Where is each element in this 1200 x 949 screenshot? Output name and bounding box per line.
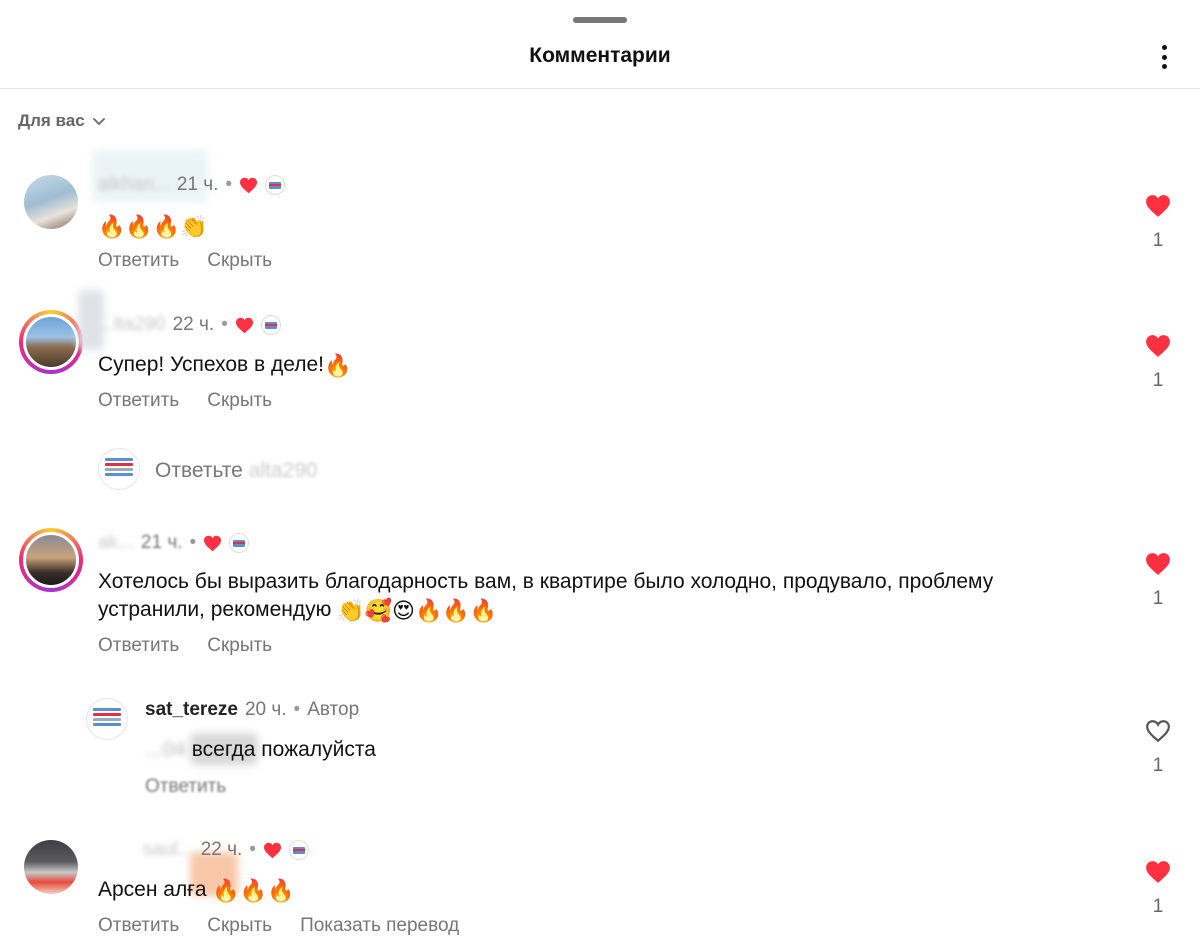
comment-username[interactable]: ...lta290 — [98, 314, 166, 336]
comment-time: 21 ч. — [140, 532, 183, 553]
creator-avatar-mini — [260, 315, 281, 335]
heart-filled-icon[interactable] — [1145, 194, 1171, 218]
comment-body: Арсен алға — [98, 878, 207, 901]
comment-text: 🔥🔥🔥👏 — [98, 212, 208, 240]
like-count: 1 — [1152, 755, 1164, 776]
like-count: 1 — [1152, 588, 1164, 609]
reply-mention[interactable]: ...04 — [145, 738, 186, 761]
comment-emoji: 🔥🔥🔥👏 — [98, 214, 208, 239]
heart-outline-icon[interactable] — [1145, 719, 1171, 743]
comment-emoji: 🔥 — [324, 353, 352, 378]
like-count: 1 — [1152, 370, 1164, 391]
creator-liked-heart-icon — [240, 177, 258, 193]
comment-meta: alkhan... 21 ч. • — [98, 174, 286, 196]
comment-body-line2: устранили, рекомендую — [98, 598, 332, 621]
kebab-menu-icon[interactable] — [1152, 42, 1176, 72]
heart-filled-icon[interactable] — [1145, 334, 1171, 358]
comment-time: 22 ч. — [200, 839, 243, 860]
reply-button[interactable]: Ответить — [98, 915, 179, 937]
comment-username[interactable]: ak... — [98, 532, 134, 554]
like-count: 1 — [1152, 896, 1164, 917]
sort-label: Для вас — [18, 111, 85, 130]
comment-text: Арсен алға 🔥🔥🔥 — [98, 876, 295, 904]
creator-avatar-mini — [265, 175, 286, 195]
avatar[interactable] — [24, 840, 78, 894]
avatar-with-story-ring[interactable] — [19, 528, 83, 592]
comment-username[interactable]: saul... — [143, 839, 194, 861]
reply-button[interactable]: Ответить — [98, 635, 179, 657]
like-control[interactable]: 1 — [1140, 334, 1176, 392]
comment-actions: Ответить Скрыть — [98, 635, 272, 657]
reply-time: 20 ч. — [244, 699, 287, 720]
chevron-down-icon — [92, 118, 105, 125]
comments-sheet: Комментарии Для вас alkhan... 21 ч. • 🔥🔥… — [0, 0, 1200, 949]
comment-text: Хотелось бы выразить благодарность вам, … — [98, 568, 993, 624]
comment-time: 21 ч. — [176, 174, 219, 195]
creator-liked-heart-icon — [235, 317, 253, 333]
sort-dropdown[interactable]: Для вас — [18, 111, 107, 131]
like-count: 1 — [1152, 230, 1164, 251]
avatar[interactable] — [24, 175, 78, 229]
reply-prompt-prefix: Ответьте — [155, 459, 243, 482]
heart-filled-icon[interactable] — [1145, 552, 1171, 576]
creator-avatar-mini — [229, 533, 250, 553]
author-badge: Автор — [307, 699, 360, 720]
creator-liked-heart-icon — [204, 535, 222, 551]
comment-body: Супер! Успехов в деле! — [98, 353, 325, 376]
comment-actions: Ответить Скрыть — [98, 250, 272, 272]
own-avatar — [98, 448, 140, 490]
like-control[interactable]: 1 — [1140, 860, 1176, 918]
comment-time: 22 ч. — [172, 314, 215, 335]
sheet-title: Комментарии — [529, 44, 671, 67]
comment-emoji: 🔥🔥🔥 — [212, 878, 295, 903]
reply-prompt-target: alta290 — [248, 459, 318, 482]
reply-actions: Ответить — [145, 776, 226, 798]
comment-meta: ...lta290 22 ч. • — [98, 314, 281, 336]
hide-button[interactable]: Скрыть — [207, 390, 272, 412]
drag-handle[interactable] — [573, 17, 627, 23]
header-divider — [0, 88, 1200, 89]
comment-actions: Ответить Скрыть Показать перевод — [98, 915, 459, 937]
comment-emoji: 👏🥰😍🔥🔥🔥 — [337, 598, 498, 623]
comment-actions: Ответить Скрыть — [98, 390, 272, 412]
like-control[interactable]: 1 — [1140, 194, 1176, 252]
reply-button[interactable]: Ответить — [145, 776, 226, 798]
hide-button[interactable]: Скрыть — [207, 250, 272, 272]
comment-body-line1: Хотелось бы выразить благодарность вам, … — [98, 570, 994, 593]
reply-text: ...04 всегда пожалуйста — [145, 736, 376, 764]
reply-meta: sat_tereze 20 ч. • Автор — [145, 699, 360, 721]
show-translation-button[interactable]: Показать перевод — [300, 915, 459, 937]
author-avatar[interactable] — [86, 698, 128, 740]
avatar-with-story-ring[interactable] — [19, 310, 83, 374]
reply-input-prompt[interactable]: Ответьте alta290 — [155, 459, 318, 483]
comment-username[interactable]: alkhan... — [98, 174, 170, 196]
like-control[interactable]: 1 — [1140, 552, 1176, 610]
comment-text: Супер! Успехов в деле!🔥 — [98, 351, 351, 379]
creator-liked-heart-icon — [263, 842, 281, 858]
comment-meta: ak... 21 ч. • — [98, 532, 250, 554]
reply-button[interactable]: Ответить — [98, 390, 179, 412]
reply-button[interactable]: Ответить — [98, 250, 179, 272]
creator-avatar-mini — [288, 840, 309, 860]
hide-button[interactable]: Скрыть — [207, 915, 272, 937]
like-control[interactable]: 1 — [1140, 719, 1176, 777]
comment-meta: saul... 22 ч. • — [143, 839, 309, 861]
reply-body: всегда пожалуйста — [191, 738, 376, 761]
reply-username[interactable]: sat_tereze — [145, 699, 238, 721]
heart-filled-icon[interactable] — [1145, 860, 1171, 884]
hide-button[interactable]: Скрыть — [207, 635, 272, 657]
